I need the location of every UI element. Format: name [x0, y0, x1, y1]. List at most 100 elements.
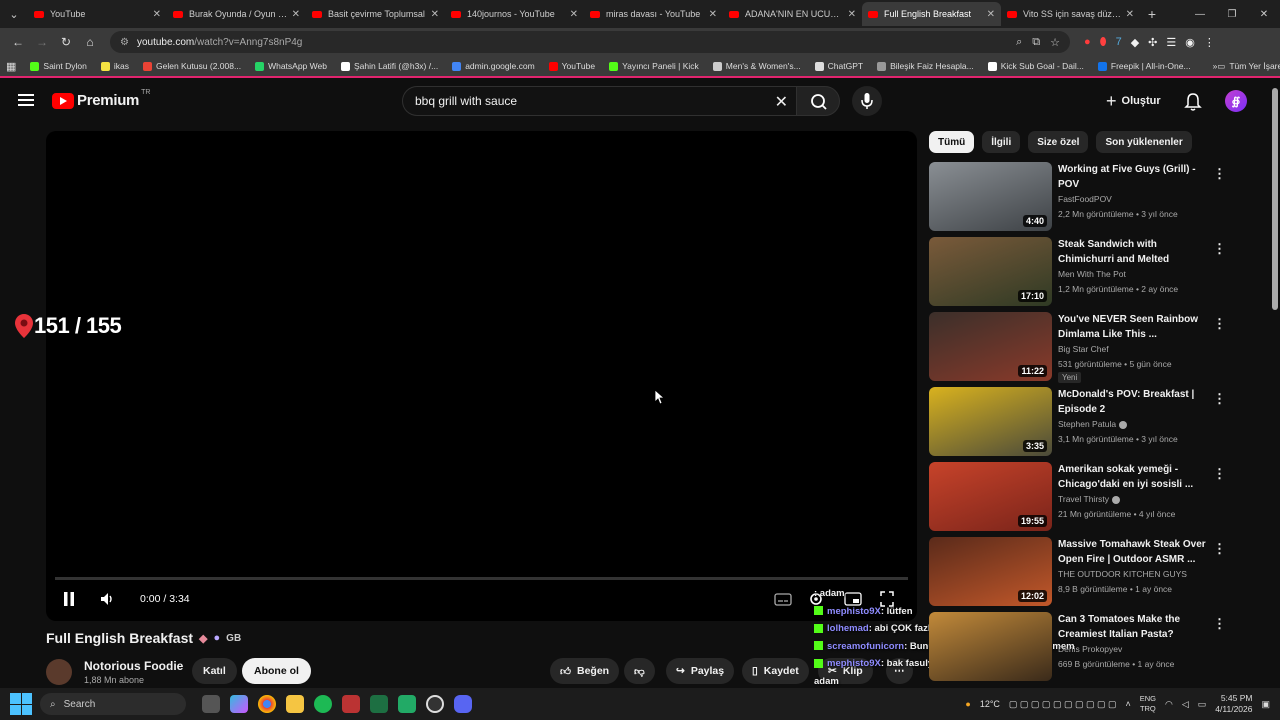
battery-icon[interactable]: ▭ [1198, 699, 1207, 710]
close-tab-icon[interactable]: ✕ [431, 9, 439, 20]
recommended-video[interactable]: 4:40 Working at Five Guys (Grill) - POV Fa… [929, 162, 1229, 237]
browser-tab[interactable]: Basit çevirme Toplumsal ✕ [306, 2, 445, 26]
recommended-title[interactable]: Can 3 Tomatoes Make the Creamiest Italia… [1058, 613, 1208, 642]
menu-hamburger-icon[interactable] [18, 94, 34, 106]
subscribe-button[interactable]: Abone ol [242, 658, 311, 684]
language-indicator[interactable]: ENG TRQ [1140, 694, 1156, 714]
account-avatar[interactable]: ∯ [1225, 90, 1247, 112]
obs-icon[interactable] [426, 695, 444, 713]
profile-icon[interactable]: ◉ [1185, 36, 1195, 49]
weather-icon[interactable]: ● [965, 699, 970, 709]
recommended-title[interactable]: Massive Tomahawk Steak Over Open Fire | … [1058, 538, 1208, 567]
new-tab-button[interactable]: + [1140, 6, 1164, 22]
apps-grid-icon[interactable]: ▦ [6, 60, 16, 73]
extension-red-icon[interactable]: ● [1084, 36, 1091, 49]
more-vertical-icon[interactable]: ⋮ [1213, 616, 1226, 632]
recommended-title[interactable]: Amerikan sokak yemeği - Chicago'daki en … [1058, 463, 1208, 492]
recommended-channel[interactable]: THE OUTDOOR KITCHEN GUYS [1058, 569, 1187, 579]
recommended-channel[interactable]: Big Star Chef [1058, 344, 1109, 354]
more-vertical-icon[interactable]: ⋮ [1213, 391, 1226, 407]
recommended-title[interactable]: You've NEVER Seen Rainbow Dimlama Like T… [1058, 313, 1208, 342]
browser-tab[interactable]: Burak Oyunda / Oyun Fat ✕ [167, 2, 306, 26]
site-info-icon[interactable]: ⚙ [120, 37, 129, 48]
bookmark-item[interactable]: Men's & Women's... [712, 61, 801, 71]
bookmark-item[interactable]: Yayıncı Paneli | Kick [609, 61, 699, 71]
tab-search-menu[interactable]: ⌄ [0, 0, 28, 28]
clock[interactable]: 5:45 PM 4/11/2026 [1215, 693, 1252, 715]
bookmark-item[interactable]: Şahin Latifi (@h3x) /... [340, 61, 438, 71]
channel-name[interactable]: Notorious Foodie [84, 659, 183, 673]
browser-tab[interactable]: ADANA'NIN EN UCUZ VE ✕ [723, 2, 862, 26]
subtitles-icon[interactable] [774, 591, 792, 607]
recommended-title[interactable]: Steak Sandwich with Chimichurri and Melt… [1058, 238, 1208, 268]
more-vertical-icon[interactable]: ⋮ [1213, 166, 1226, 182]
bookmark-item[interactable]: Freepik | All-in-One... [1097, 61, 1191, 71]
channel-avatar[interactable] [46, 659, 72, 685]
extension-drop-icon[interactable]: ⬮ [1100, 36, 1107, 49]
zoom-icon[interactable]: ⌕ [1016, 36, 1022, 49]
recommended-video[interactable]: 19:55 Amerikan sokak yemeği - Chicago'dak… [929, 462, 1229, 537]
bookmark-item[interactable]: admin.google.com [452, 61, 535, 71]
recommended-title[interactable]: Working at Five Guys (Grill) - POV [1058, 163, 1208, 192]
close-tab-icon[interactable]: ✕ [570, 9, 578, 20]
more-vertical-icon[interactable]: ⋮ [1213, 241, 1226, 257]
browser-tab[interactable]: Full English Breakfast ✕ [862, 2, 1001, 26]
chrome-icon[interactable] [258, 695, 276, 713]
speaker-icon[interactable]: ◁ [1182, 699, 1189, 710]
close-tab-icon[interactable]: ✕ [153, 9, 161, 20]
settings-gear-icon[interactable] [808, 591, 824, 607]
bookmark-item[interactable]: ChatGPT [814, 61, 863, 71]
task-view-icon[interactable] [202, 695, 220, 713]
recommended-channel[interactable]: Stephen Patula [1058, 419, 1128, 429]
tray-app-icons[interactable]: ▢ ▢ ▢ ▢ ▢ ▢ ▢ ▢ ▢ ▢ [1009, 699, 1117, 710]
extensions-puzzle-icon[interactable]: ✣ [1148, 36, 1157, 49]
recommended-channel[interactable]: Travel Thirsty [1058, 494, 1121, 504]
filter-chip[interactable]: Tümü [929, 131, 975, 153]
browser-tab[interactable]: YouTube ✕ [28, 2, 167, 26]
tray-overflow-icon[interactable]: ˄ [1125, 699, 1130, 709]
url-bar[interactable]: ⚙ youtube.com/watch?v=Anng7s8nP4g ⌕ ⧉ ☆ [110, 31, 1070, 53]
maximize-button[interactable]: ❐ [1216, 9, 1248, 20]
clip-button[interactable]: ✂ Klip [818, 658, 873, 684]
recommended-title[interactable]: McDonald's POV: Breakfast | Episode 2 [1058, 388, 1208, 417]
browser-tab[interactable]: 140journos - YouTube ✕ [445, 2, 584, 26]
recommended-video[interactable]: 17:10 Steak Sandwich with Chimichurri and… [929, 237, 1229, 312]
search-input[interactable] [403, 87, 743, 115]
bookmark-star-icon[interactable]: ☆ [1050, 36, 1060, 49]
join-button[interactable]: Katıl [192, 658, 237, 684]
voice-search-button[interactable] [852, 86, 882, 116]
taskbar-search[interactable]: ⌕ Search [40, 693, 186, 715]
video-thumbnail[interactable]: 11:22 [929, 312, 1052, 381]
pause-icon[interactable] [62, 591, 76, 607]
extension-seven-icon[interactable]: 7 [1116, 36, 1122, 49]
video-thumbnail[interactable] [929, 612, 1052, 681]
minimize-button[interactable]: — [1184, 9, 1216, 20]
recommended-video[interactable]: 3:35 McDonald's POV: Breakfast | Episode … [929, 387, 1229, 462]
recommended-video[interactable]: Can 3 Tomatoes Make the Creamiest Italia… [929, 612, 1229, 687]
bookmark-item[interactable]: Bileşik Faiz Hesapla... [877, 61, 974, 71]
windows-start-icon[interactable] [10, 693, 32, 715]
more-vertical-icon[interactable]: ⋮ [1213, 466, 1226, 482]
page-scrollbar[interactable] [1271, 80, 1280, 688]
close-tab-icon[interactable]: ✕ [848, 9, 856, 20]
progress-bar[interactable] [55, 577, 908, 580]
filter-chip[interactable]: Son yüklenenler [1096, 131, 1192, 153]
extension-diamond-icon[interactable]: ◆ [1131, 36, 1139, 49]
more-vertical-icon[interactable]: ⋮ [1213, 541, 1226, 557]
video-thumbnail[interactable]: 4:40 [929, 162, 1052, 231]
back-icon[interactable]: ← [6, 35, 30, 49]
notifications-bell-icon[interactable] [1184, 92, 1202, 117]
notification-center-icon[interactable]: ▣ [1261, 699, 1270, 710]
app-red-icon[interactable] [342, 695, 360, 713]
reload-icon[interactable]: ↻ [54, 35, 78, 49]
close-tab-icon[interactable]: ✕ [1126, 9, 1134, 20]
bookmark-item[interactable]: WhatsApp Web [255, 61, 327, 71]
fullscreen-icon[interactable] [880, 591, 894, 607]
youtube-premium-logo[interactable]: Premium TR [52, 89, 150, 109]
share-button[interactable]: ↪ Paylaş [666, 658, 735, 684]
bookmark-item[interactable]: Saint Dylon [30, 61, 87, 71]
video-player[interactable]: 0:00 / 3:34 [46, 131, 917, 621]
video-thumbnail[interactable]: 12:02 [929, 537, 1052, 606]
scrollbar-thumb[interactable] [1272, 88, 1278, 310]
recommended-channel[interactable]: Denis Prokopyev [1058, 644, 1122, 654]
